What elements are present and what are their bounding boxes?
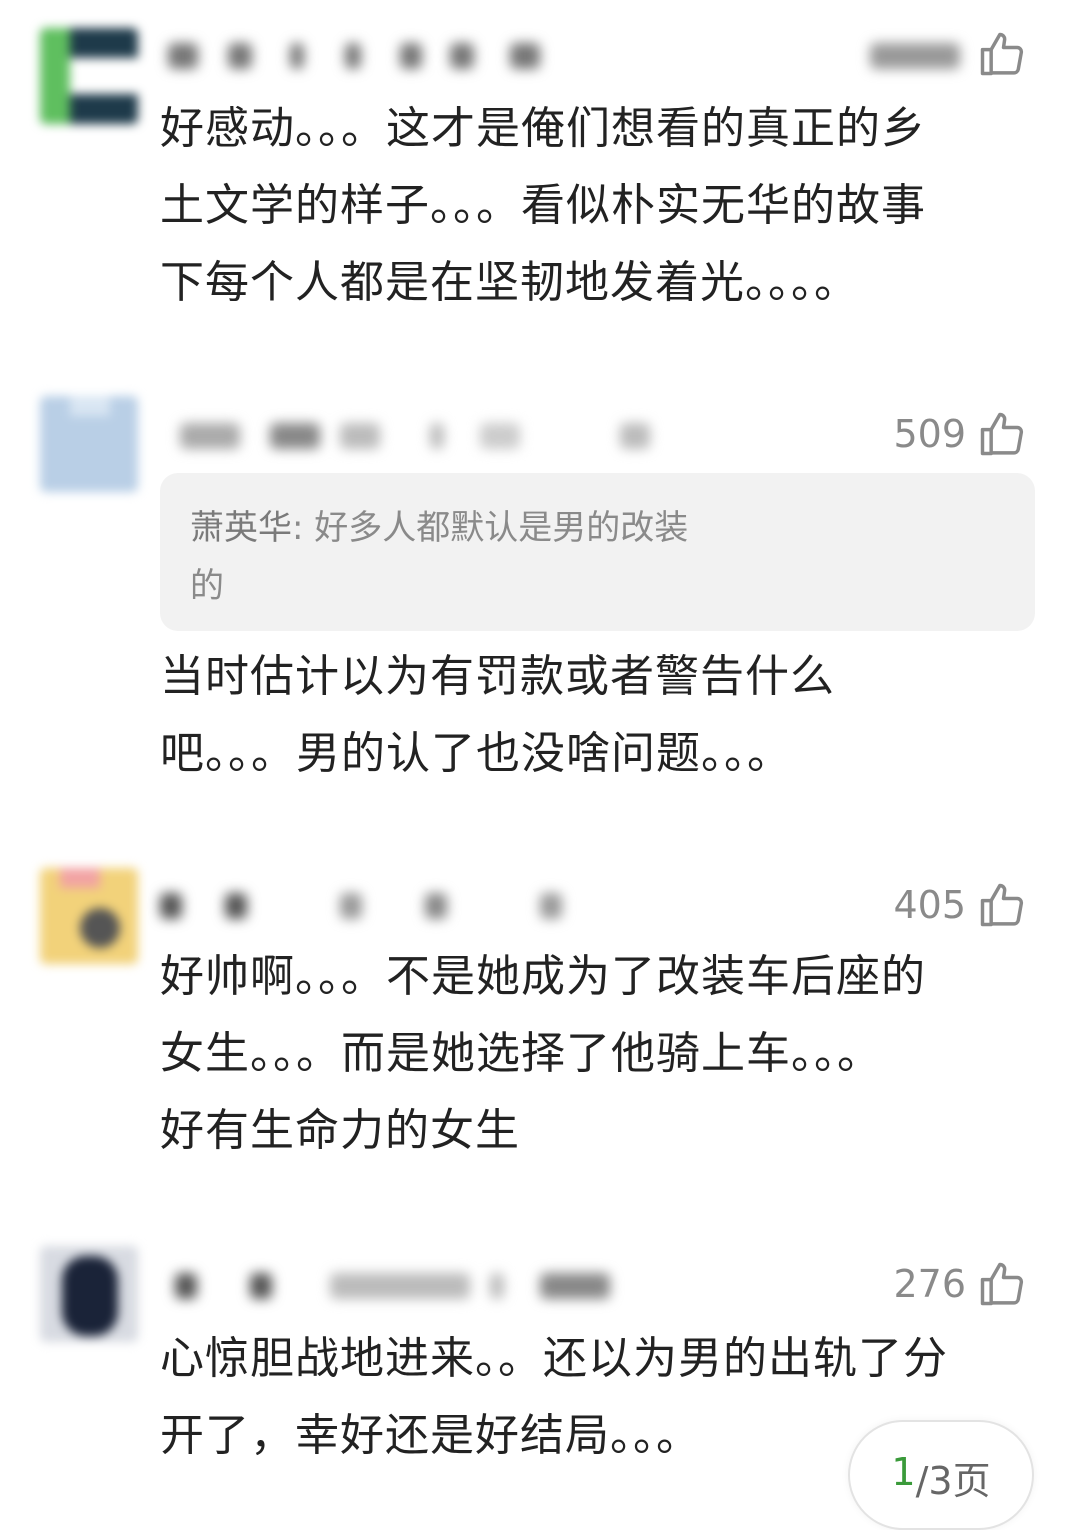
username-blurred[interactable] (160, 875, 860, 935)
quote-text: 好多人都默认是男的改装 (314, 508, 689, 548)
comment-line: 女生。。。而是她选择了他骑上车。。。 (160, 1028, 882, 1079)
quoted-reply-text: 萧英华: 好多人都默认是男的改装 的 (190, 499, 790, 615)
comment-text: 当时估计以为有罚款或者警告什么 吧。。。男的认了也没啥问题。。。 (160, 638, 1040, 792)
like-button[interactable]: 509 (893, 404, 1028, 464)
comment-line: 吧。。。男的认了也没啥问题。。。 (160, 728, 792, 779)
comment-line: 下每个人都是在坚韧地发着光。。。。 (160, 257, 859, 308)
total-pages: /3页 (915, 1459, 991, 1503)
page-indicator[interactable]: 1/3页 (848, 1420, 1034, 1530)
thumbs-up-icon (980, 32, 1024, 76)
like-button[interactable]: 276 (893, 1254, 1028, 1314)
current-page: 1 (891, 1450, 916, 1494)
comment-line: 土文学的样子。。。看似朴实无华的故事 (160, 180, 926, 231)
avatar[interactable] (40, 1246, 138, 1342)
avatar[interactable] (40, 396, 138, 492)
quote-text: 的 (190, 566, 224, 606)
comment-line: 心惊胆战地进来。。还以为男的出轨了分 (160, 1333, 948, 1384)
username-blurred[interactable] (160, 405, 860, 465)
username-blurred[interactable] (160, 1255, 860, 1315)
comment-line: 当时估计以为有罚款或者警告什么 (160, 651, 835, 702)
like-button[interactable]: 405 (893, 875, 1028, 935)
like-button[interactable] (966, 24, 1028, 84)
comment-line: 好帅啊。。。不是她成为了改装车后座的 (160, 951, 926, 1002)
username-blurred[interactable] (160, 25, 960, 85)
thumbs-up-icon (980, 883, 1024, 927)
avatar[interactable] (40, 868, 138, 964)
comment-line: 好感动。。。这才是俺们想看的真正的乡 (160, 103, 926, 154)
like-count: 405 (893, 883, 966, 927)
like-count: 509 (893, 412, 966, 456)
quoted-author[interactable]: 萧英华 (190, 508, 292, 548)
quote-separator: : (292, 508, 315, 548)
avatar[interactable] (40, 28, 138, 124)
comment-text: 好帅啊。。。不是她成为了改装车后座的 女生。。。而是她选择了他骑上车。。。 好有… (160, 938, 1040, 1169)
comment-line: 好有生命力的女生 (160, 1105, 520, 1156)
thumbs-up-icon (980, 1262, 1024, 1306)
thumbs-up-icon (980, 412, 1024, 456)
comment-text: 好感动。。。这才是俺们想看的真正的乡 土文学的样子。。。看似朴实无华的故事 下每… (160, 90, 1040, 321)
quoted-reply[interactable]: 萧英华: 好多人都默认是男的改装 的 (160, 473, 1035, 631)
like-count: 276 (893, 1262, 966, 1306)
